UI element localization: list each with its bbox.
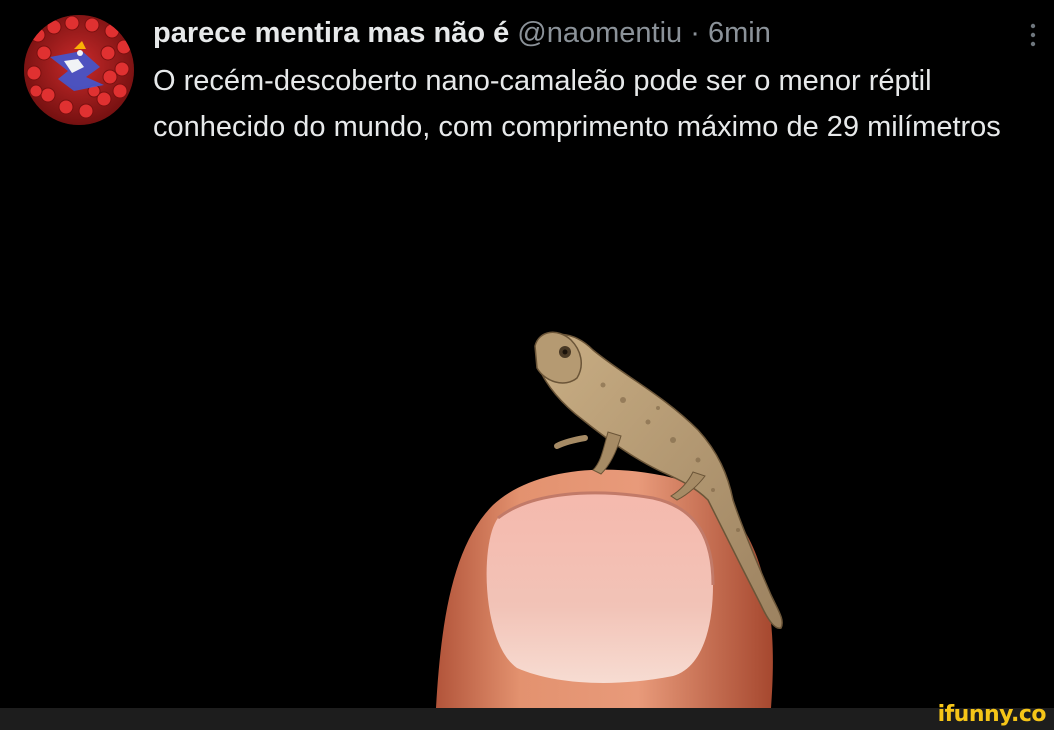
ifunny-watermark: ifunny.co [937, 700, 1047, 728]
more-options-button[interactable] [1026, 22, 1040, 48]
avatar-image [24, 15, 134, 125]
vertical-ellipsis-icon [1030, 23, 1036, 47]
photo-chameleon-on-fingertip [153, 200, 1054, 708]
tweet-header: parece mentira mas não é @naomentiu · 6m… [153, 14, 771, 52]
tweet: parece mentira mas não é @naomentiu · 6m… [0, 0, 1054, 708]
watermark-text: ifunny.co [937, 701, 1047, 727]
timestamp[interactable]: 6min [708, 17, 771, 49]
display-name[interactable]: parece mentira mas não é [153, 17, 509, 49]
header-separator: · [690, 17, 700, 49]
bottom-bar [0, 708, 1054, 730]
tweet-media-photo[interactable] [153, 200, 1054, 708]
avatar[interactable] [24, 15, 134, 125]
tweet-text: O recém-descoberto nano-camaleão pode se… [153, 65, 1001, 143]
user-handle[interactable]: @naomentiu [517, 17, 682, 49]
